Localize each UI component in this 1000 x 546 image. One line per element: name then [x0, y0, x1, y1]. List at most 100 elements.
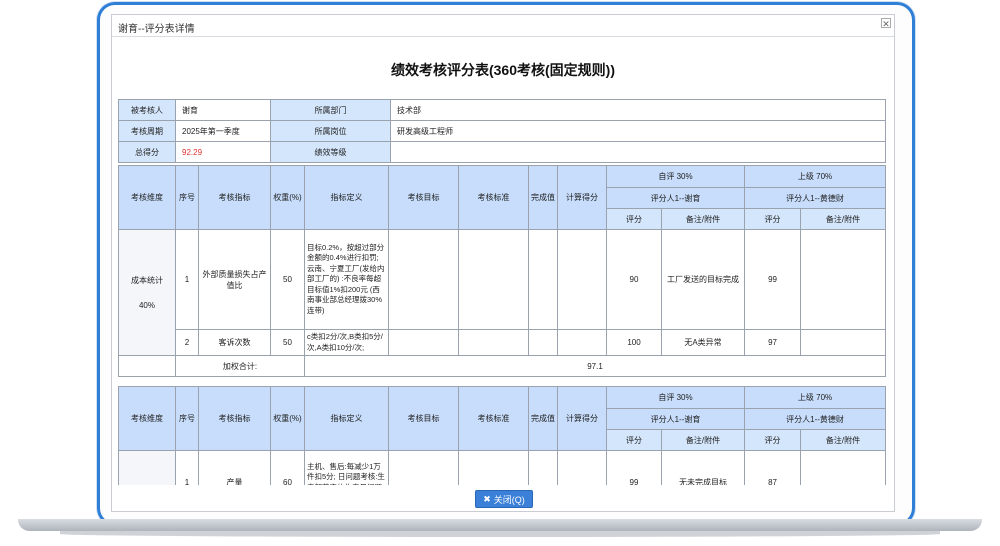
score-detail-dialog: 谢育--评分表详情 ✕ 绩效考核评分表(360考核(固定规则)) 被考核人 谢育… [111, 14, 895, 512]
info-row: 总得分 92.29 绩效等级 [118, 141, 886, 163]
info-label: 所属部门 [270, 99, 391, 121]
header-weight: 权重(%) [270, 165, 305, 230]
row-sup-remark [800, 229, 887, 330]
row-definition: 目标0.2%，按超过部分金额的0.4%进行扣罚; 云南、宁夏工厂(发给内部工厂的… [304, 229, 389, 330]
header-index: 序号 [175, 386, 199, 451]
header-completion: 完成值 [528, 165, 558, 230]
header-self-remark: 备注/附件 [660, 429, 746, 451]
category-weight: 40% [138, 300, 155, 310]
header-calc-score: 计算得分 [557, 165, 607, 230]
row-indicator: 产量 [198, 450, 271, 485]
laptop-base-shadow [60, 531, 940, 537]
header-standard: 考核标准 [458, 386, 529, 451]
row-indicator: 客诉次数 [198, 329, 271, 356]
row-weight: 60 [270, 450, 305, 485]
close-icon[interactable]: ✕ [881, 18, 891, 29]
row-standard [458, 329, 529, 356]
row-self-remark: 无未完成目标 [660, 450, 746, 485]
row-weight: 50 [270, 329, 305, 356]
info-label: 考核周期 [118, 120, 176, 142]
info-value: 研发高级工程师 [390, 120, 886, 142]
info-label: 所属岗位 [270, 120, 391, 142]
row-sup-score: 99 [744, 229, 802, 330]
header-self-evaluator: 评分人1--谢育 [605, 408, 746, 430]
subtotal-row: 加权合计: 97.1 [118, 355, 887, 377]
header-target: 考核目标 [388, 165, 459, 230]
info-value: 技术部 [390, 99, 886, 121]
row-index: 1 [175, 450, 199, 485]
header-superior-evaluator: 评分人1--黄德财 [744, 187, 887, 209]
row-calc-score [557, 329, 607, 356]
dialog-titlebar: 谢育--评分表详情 ✕ [112, 15, 894, 37]
header-category: 考核维度 [118, 165, 176, 230]
row-self-remark: 无A类异常 [660, 329, 746, 356]
row-target [388, 229, 459, 330]
header-superior-eval: 上级 70% [744, 165, 887, 188]
row-sup-remark [800, 450, 887, 485]
info-value: 谢育 [175, 99, 271, 121]
form-title: 绩效考核评分表(360考核(固定规则)) [390, 62, 615, 78]
row-self-score: 90 [606, 229, 662, 330]
row-completion [528, 329, 558, 356]
header-self-remark: 备注/附件 [660, 208, 746, 230]
row-definition: 主机、售后:每减少1万件扣5分; 日问题考核:生产部落实的生产日问题未及时完成的 [304, 450, 389, 485]
header-indicator: 考核指标 [198, 165, 271, 230]
row-standard [458, 229, 529, 330]
header-standard: 考核标准 [458, 165, 529, 230]
header-sup-remark: 备注/附件 [800, 429, 887, 451]
row-index: 1 [175, 229, 199, 330]
header-superior-evaluator: 评分人1--黄德财 [744, 408, 887, 430]
row-sup-score: 97 [744, 329, 802, 356]
table-row: 1 产量 60 主机、售后:每减少1万件扣5分; 日问题考核:生产部落实的生产日… [118, 450, 887, 485]
category-cell: 成本统计 40% [118, 229, 176, 356]
score-table-cost: 考核维度 序号 考核指标 权重(%) 指标定义 考核目标 考核标准 完成值 计算… [118, 165, 887, 377]
row-completion [528, 450, 558, 485]
header-sup-score: 评分 [744, 208, 802, 230]
dialog-body[interactable]: 绩效考核评分表(360考核(固定规则)) 被考核人 谢育 所属部门 技术部 考核… [112, 38, 894, 485]
row-index: 2 [175, 329, 199, 356]
laptop-base [18, 519, 982, 531]
header-definition: 指标定义 [304, 386, 389, 451]
close-button[interactable]: ✖ 关闭(Q) [475, 490, 533, 508]
header-category: 考核维度 [118, 386, 176, 451]
subtotal-value: 97.1 [303, 355, 887, 377]
header-self-score: 评分 [606, 429, 662, 451]
info-table: 被考核人 谢育 所属部门 技术部 考核周期 2025年第一季度 所属岗位 研发高… [118, 99, 886, 163]
row-completion [528, 229, 558, 330]
row-self-remark: 工厂发送的目标完成 [660, 229, 746, 330]
header-self-eval: 自评 30% [605, 386, 746, 409]
info-row: 被考核人 谢育 所属部门 技术部 [118, 99, 886, 121]
close-button-label: 关闭(Q) [493, 494, 525, 505]
header-calc-score: 计算得分 [557, 386, 607, 451]
header-self-score: 评分 [606, 208, 662, 230]
info-label: 被考核人 [118, 99, 176, 121]
header-weight: 权重(%) [270, 386, 305, 451]
row-sup-remark [800, 329, 887, 356]
category-name: 成本统计 [131, 275, 163, 285]
header-target: 考核目标 [388, 386, 459, 451]
row-calc-score [557, 229, 607, 330]
info-value: 2025年第一季度 [175, 120, 271, 142]
row-target [388, 450, 459, 485]
info-value [390, 141, 886, 163]
total-score-value: 92.29 [175, 141, 271, 163]
header-superior-eval: 上级 70% [744, 386, 887, 409]
x-icon: ✖ [483, 493, 491, 504]
row-sup-score: 87 [744, 450, 802, 485]
header-indicator: 考核指标 [198, 386, 271, 451]
header-sup-remark: 备注/附件 [800, 208, 887, 230]
row-self-score: 99 [606, 450, 662, 485]
info-row: 考核周期 2025年第一季度 所属岗位 研发高级工程师 [118, 120, 886, 142]
header-self-evaluator: 评分人1--谢育 [605, 187, 746, 209]
header-index: 序号 [175, 165, 199, 230]
subtotal-label: 加权合计: [175, 355, 305, 377]
header-definition: 指标定义 [304, 165, 389, 230]
table-row: 成本统计 40% 1 外部质量损失占产值比 50 目标0.2%，按超过部分金额的… [118, 229, 887, 356]
score-table-output: 考核维度 序号 考核指标 权重(%) 指标定义 考核目标 考核标准 完成值 计算… [118, 386, 887, 485]
header-sup-score: 评分 [744, 429, 802, 451]
row-definition: c类扣2分/次,B类扣5分/次,A类扣10分/次; [304, 329, 389, 356]
row-weight: 50 [270, 229, 305, 330]
info-label: 总得分 [118, 141, 176, 163]
row-target [388, 329, 459, 356]
header-self-eval: 自评 30% [605, 165, 746, 188]
